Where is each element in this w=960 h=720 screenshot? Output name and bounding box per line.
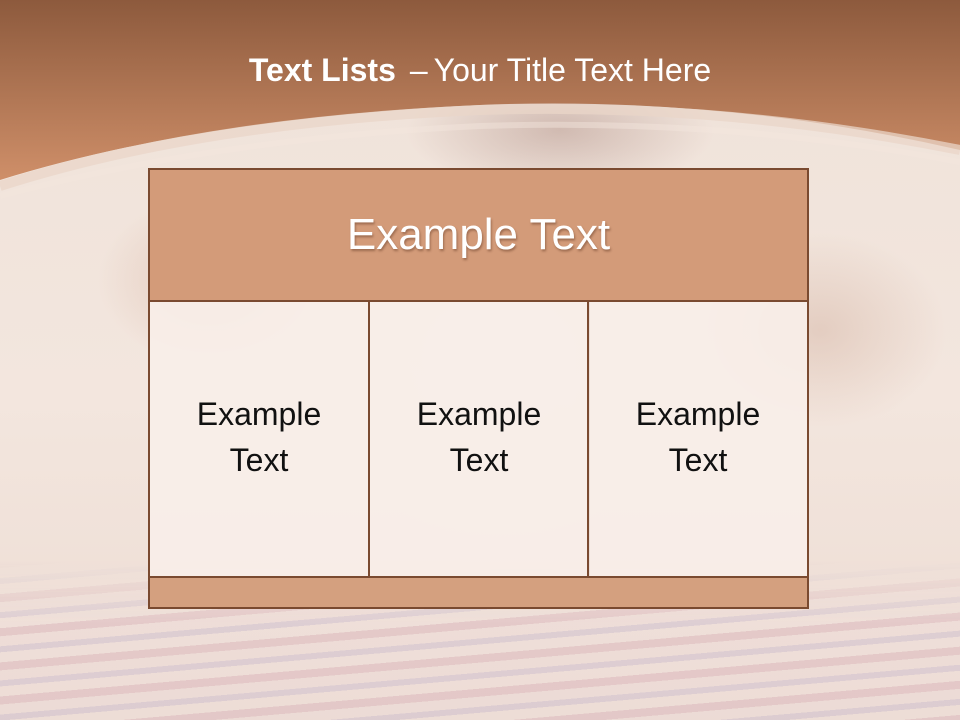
title-subtitle: Your Title Text Here xyxy=(433,52,712,88)
column-2-text: Example Text xyxy=(416,396,542,478)
text-list-table: Example Text Example Text Example Text E… xyxy=(148,168,809,609)
title-main: Text Lists xyxy=(248,52,396,88)
slide: Text Lists – Your Title Text Here Example … xyxy=(0,0,960,720)
table-header-cell: Example Text xyxy=(148,168,809,302)
title-separator: – xyxy=(409,52,428,88)
table-column-1: Example Text xyxy=(148,300,370,578)
table-footer-bar xyxy=(148,576,809,609)
table-header-text: Example Text xyxy=(346,210,611,259)
column-1-text: Example Text xyxy=(196,396,322,478)
slide-title: Text Lists – Your Title Text Here xyxy=(0,52,960,89)
column-3-text: Example Text xyxy=(635,396,761,478)
table-column-3: Example Text xyxy=(587,300,809,578)
table-column-2: Example Text xyxy=(368,300,590,578)
